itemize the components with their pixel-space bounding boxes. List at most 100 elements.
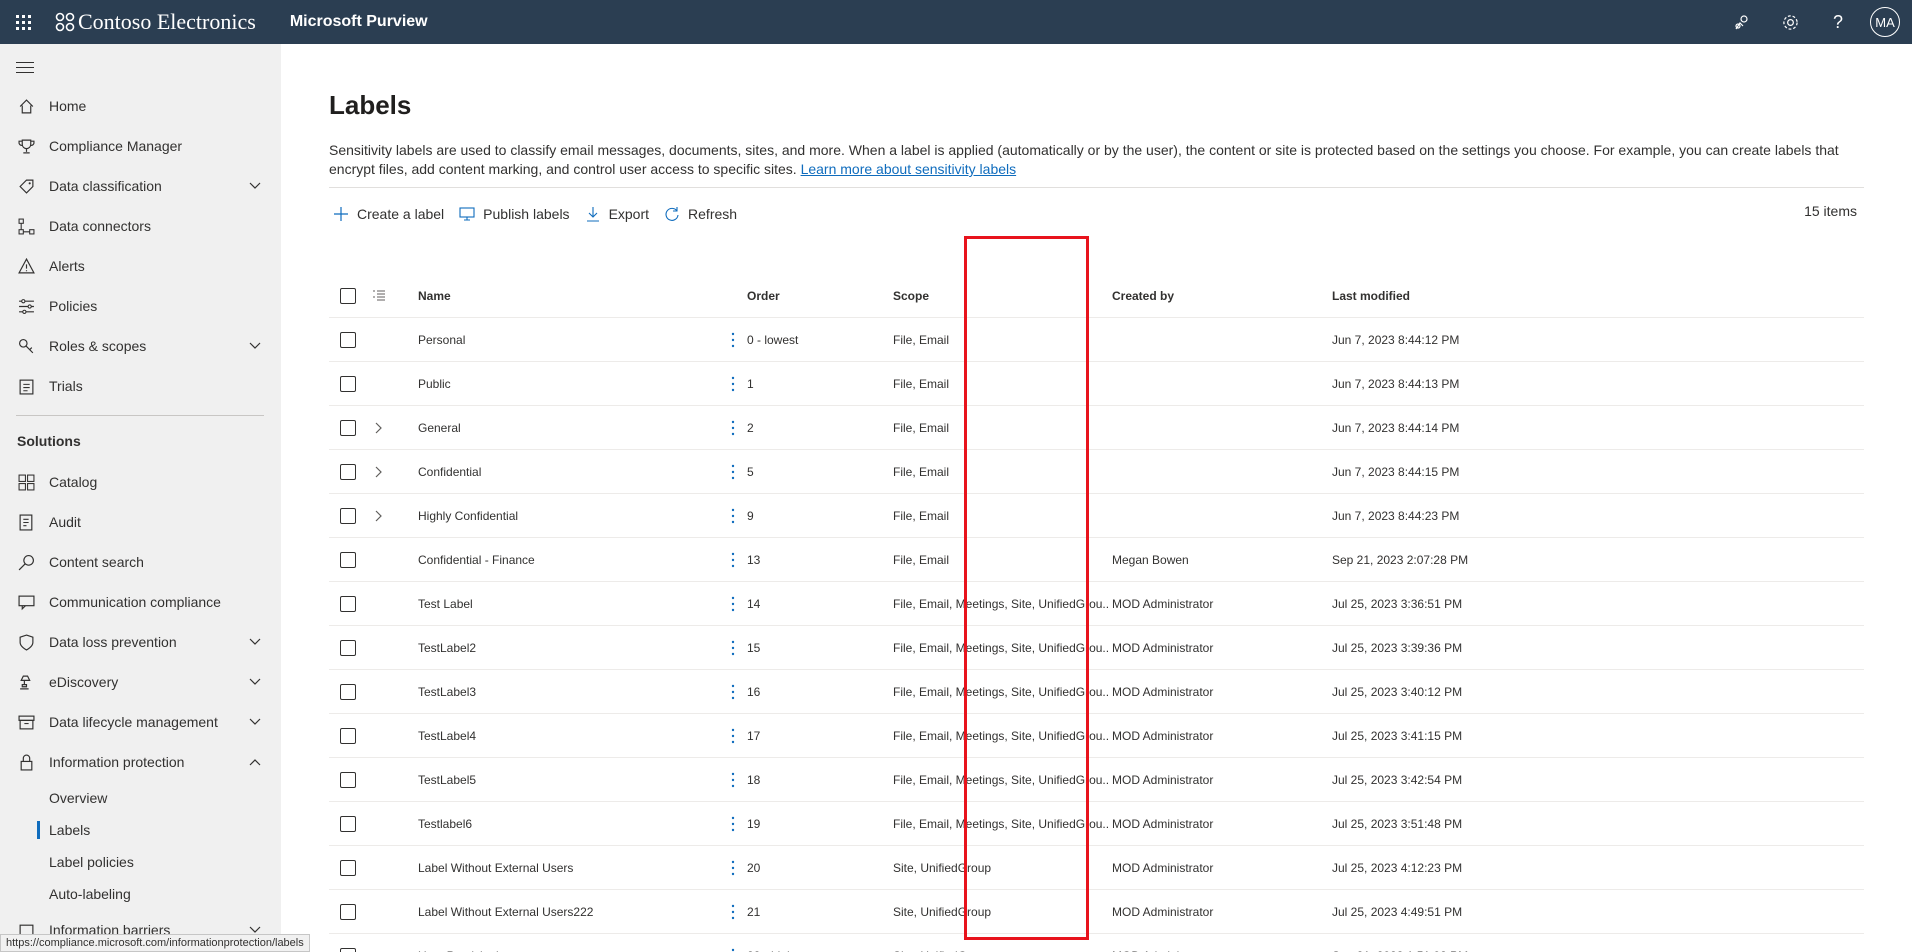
chevron-down-icon[interactable] — [249, 718, 261, 726]
row-checkbox[interactable] — [336, 934, 360, 952]
table-row[interactable]: Test Label 14 File, Email, Meetings, Sit… — [329, 582, 1864, 626]
help-icon[interactable]: ? — [1814, 0, 1862, 44]
publish-labels-button[interactable]: Publish labels — [459, 206, 570, 222]
chevron-down-icon[interactable] — [249, 342, 261, 350]
column-header-order[interactable]: Order — [747, 274, 862, 318]
label-name[interactable]: Confidential — [418, 450, 718, 494]
table-row[interactable]: TestLabel3 16 File, Email, Meetings, Sit… — [329, 670, 1864, 714]
more-options-icon[interactable] — [718, 846, 748, 890]
sidebar-item-audit[interactable]: Audit — [0, 502, 281, 542]
row-checkbox[interactable] — [336, 494, 360, 538]
label-name[interactable]: Public — [418, 362, 718, 406]
sidebar-subitem-auto-labeling[interactable]: Auto-labeling — [0, 878, 281, 910]
refresh-button[interactable]: Refresh — [664, 206, 737, 222]
table-row[interactable]: Label Without External Users222 21 Site,… — [329, 890, 1864, 934]
sidebar-subitem-labels[interactable]: Labels — [0, 814, 281, 846]
chevron-right-icon[interactable] — [369, 450, 389, 494]
row-checkbox[interactable] — [336, 758, 360, 802]
label-name[interactable]: Personal — [418, 318, 718, 362]
table-row[interactable]: Personal 0 - lowest File, Email Jun 7, 2… — [329, 318, 1864, 362]
label-name[interactable]: Label Without External Users — [418, 846, 718, 890]
table-row[interactable]: TestLabel5 18 File, Email, Meetings, Sit… — [329, 758, 1864, 802]
label-name[interactable]: TestLabel5 — [418, 758, 718, 802]
column-header-last-modified[interactable]: Last modified — [1332, 274, 1532, 318]
row-checkbox[interactable] — [336, 670, 360, 714]
chevron-down-icon[interactable] — [249, 678, 261, 686]
more-options-icon[interactable] — [718, 670, 748, 714]
sidebar-subitem-overview[interactable]: Overview — [0, 782, 281, 814]
chevron-down-icon[interactable] — [249, 182, 261, 190]
chevron-right-icon[interactable] — [369, 494, 389, 538]
more-options-icon[interactable] — [718, 582, 748, 626]
more-options-icon[interactable] — [718, 758, 748, 802]
sidebar-item-compliance-manager[interactable]: Compliance Manager — [0, 126, 281, 166]
sidebar-item-home[interactable]: Home — [0, 86, 281, 126]
label-name[interactable]: TestLabel3 — [418, 670, 718, 714]
more-options-icon[interactable] — [718, 494, 748, 538]
label-name[interactable]: Confidential - Finance — [418, 538, 718, 582]
row-checkbox[interactable] — [336, 846, 360, 890]
list-icon[interactable] — [369, 274, 389, 318]
sidebar-item-data-connectors[interactable]: Data connectors — [0, 206, 281, 246]
sidebar-item-roles-scopes[interactable]: Roles & scopes — [0, 326, 281, 366]
label-name[interactable]: TestLabel4 — [418, 714, 718, 758]
more-options-icon[interactable] — [718, 450, 748, 494]
column-header-name[interactable]: Name — [418, 274, 718, 318]
sidebar-item-policies[interactable]: Policies — [0, 286, 281, 326]
label-name[interactable]: Test Label — [418, 582, 718, 626]
row-checkbox[interactable] — [336, 318, 360, 362]
column-header-created-by[interactable]: Created by — [1112, 274, 1322, 318]
label-name[interactable]: User Provisioning test — [418, 934, 718, 952]
label-name[interactable]: Highly Confidential — [418, 494, 718, 538]
table-row[interactable]: TestLabel2 15 File, Email, Meetings, Sit… — [329, 626, 1864, 670]
sidebar-item-communication-compliance[interactable]: Communication compliance — [0, 582, 281, 622]
more-options-icon[interactable] — [718, 890, 748, 934]
table-row[interactable]: Label Without External Users 20 Site, Un… — [329, 846, 1864, 890]
table-row[interactable]: Confidential 5 File, Email Jun 7, 2023 8… — [329, 450, 1864, 494]
sidebar-item-trials[interactable]: Trials — [0, 366, 281, 406]
sidebar-item-data-lifecycle-management[interactable]: Data lifecycle management — [0, 702, 281, 742]
chevron-right-icon[interactable] — [369, 406, 389, 450]
sidebar-item-information-protection[interactable]: Information protection — [0, 742, 281, 782]
label-name[interactable]: Testlabel6 — [418, 802, 718, 846]
label-name[interactable]: TestLabel2 — [418, 626, 718, 670]
sidebar-item-alerts[interactable]: Alerts — [0, 246, 281, 286]
label-name[interactable]: General — [418, 406, 718, 450]
row-checkbox[interactable] — [336, 714, 360, 758]
avatar[interactable]: MA — [1870, 7, 1900, 37]
table-row[interactable]: General 2 File, Email Jun 7, 2023 8:44:1… — [329, 406, 1864, 450]
more-options-icon[interactable] — [718, 626, 748, 670]
export-button[interactable]: Export — [585, 206, 649, 222]
row-checkbox[interactable] — [336, 802, 360, 846]
row-checkbox[interactable] — [336, 890, 360, 934]
row-checkbox[interactable] — [336, 406, 360, 450]
row-checkbox[interactable] — [336, 582, 360, 626]
chevron-down-icon[interactable] — [249, 638, 261, 646]
select-all-checkbox[interactable] — [336, 274, 360, 318]
more-options-icon[interactable] — [718, 538, 748, 582]
waffle-icon[interactable] — [0, 0, 46, 44]
row-checkbox[interactable] — [336, 450, 360, 494]
learn-more-link[interactable]: Learn more about sensitivity labels — [801, 161, 1017, 177]
sidebar-item-data-classification[interactable]: Data classification — [0, 166, 281, 206]
hamburger-menu-icon[interactable] — [16, 62, 34, 77]
table-row[interactable]: Confidential - Finance 13 File, Email Me… — [329, 538, 1864, 582]
sidebar-item-content-search[interactable]: Content search — [0, 542, 281, 582]
table-row[interactable]: Testlabel6 19 File, Email, Meetings, Sit… — [329, 802, 1864, 846]
table-row[interactable]: User Provisioning test 22 - highest Site… — [329, 934, 1864, 952]
row-checkbox[interactable] — [336, 626, 360, 670]
sidebar-item-data-loss-prevention[interactable]: Data loss prevention — [0, 622, 281, 662]
more-options-icon[interactable] — [718, 318, 748, 362]
table-row[interactable]: TestLabel4 17 File, Email, Meetings, Sit… — [329, 714, 1864, 758]
more-options-icon[interactable] — [718, 934, 748, 952]
more-options-icon[interactable] — [718, 362, 748, 406]
more-options-icon[interactable] — [718, 802, 748, 846]
sidebar-item-catalog[interactable]: Catalog — [0, 462, 281, 502]
gear-icon[interactable] — [1766, 0, 1814, 44]
row-checkbox[interactable] — [336, 538, 360, 582]
more-options-icon[interactable] — [718, 714, 748, 758]
chevron-up-icon[interactable] — [249, 758, 261, 766]
table-row[interactable]: Public 1 File, Email Jun 7, 2023 8:44:13… — [329, 362, 1864, 406]
chevron-down-icon[interactable] — [249, 926, 261, 934]
sidebar-item-ediscovery[interactable]: eDiscovery — [0, 662, 281, 702]
